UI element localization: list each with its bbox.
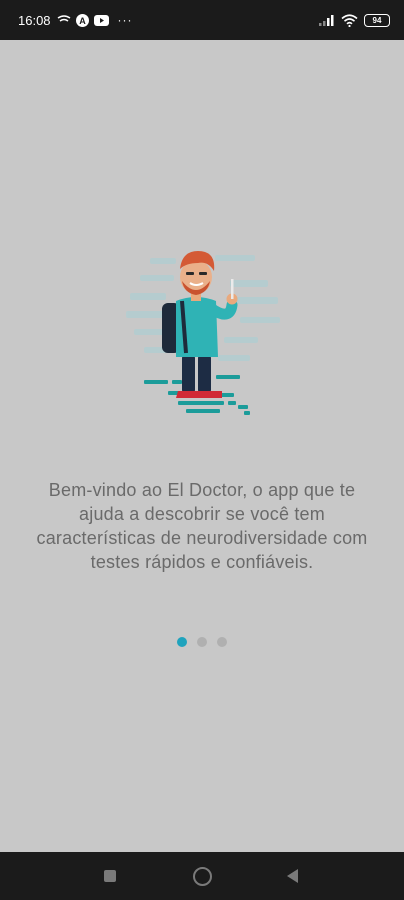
recents-icon <box>104 870 116 882</box>
doctor-illustration <box>120 225 290 460</box>
page-dot-3[interactable] <box>217 637 227 647</box>
recents-button[interactable] <box>80 852 140 900</box>
back-button[interactable] <box>262 852 322 900</box>
signal-icon <box>319 14 335 26</box>
battery-icon: 94 <box>364 13 390 27</box>
accessibility-icon: A <box>75 13 89 27</box>
page-dot-2[interactable] <box>197 637 207 647</box>
home-icon <box>192 866 212 886</box>
wifi-icon <box>341 13 358 27</box>
welcome-text: Bem-vindo ao El Doctor, o app que te aju… <box>36 480 368 572</box>
home-button[interactable] <box>172 852 232 900</box>
svg-text:A: A <box>79 16 86 26</box>
page-dot-1[interactable] <box>177 637 187 647</box>
wifi-calling-icon <box>57 15 71 25</box>
onboarding-page[interactable]: Bem-vindo ao El Doctor, o app que te aju… <box>0 40 404 852</box>
page-indicator[interactable] <box>0 637 404 647</box>
back-icon <box>286 869 298 883</box>
status-bar: 16:08 A ··· 94 <box>0 0 404 40</box>
more-notifications-icon: ··· <box>117 13 133 27</box>
status-time: 16:08 <box>18 12 51 28</box>
youtube-icon <box>93 14 109 26</box>
navigation-bar <box>0 852 404 900</box>
